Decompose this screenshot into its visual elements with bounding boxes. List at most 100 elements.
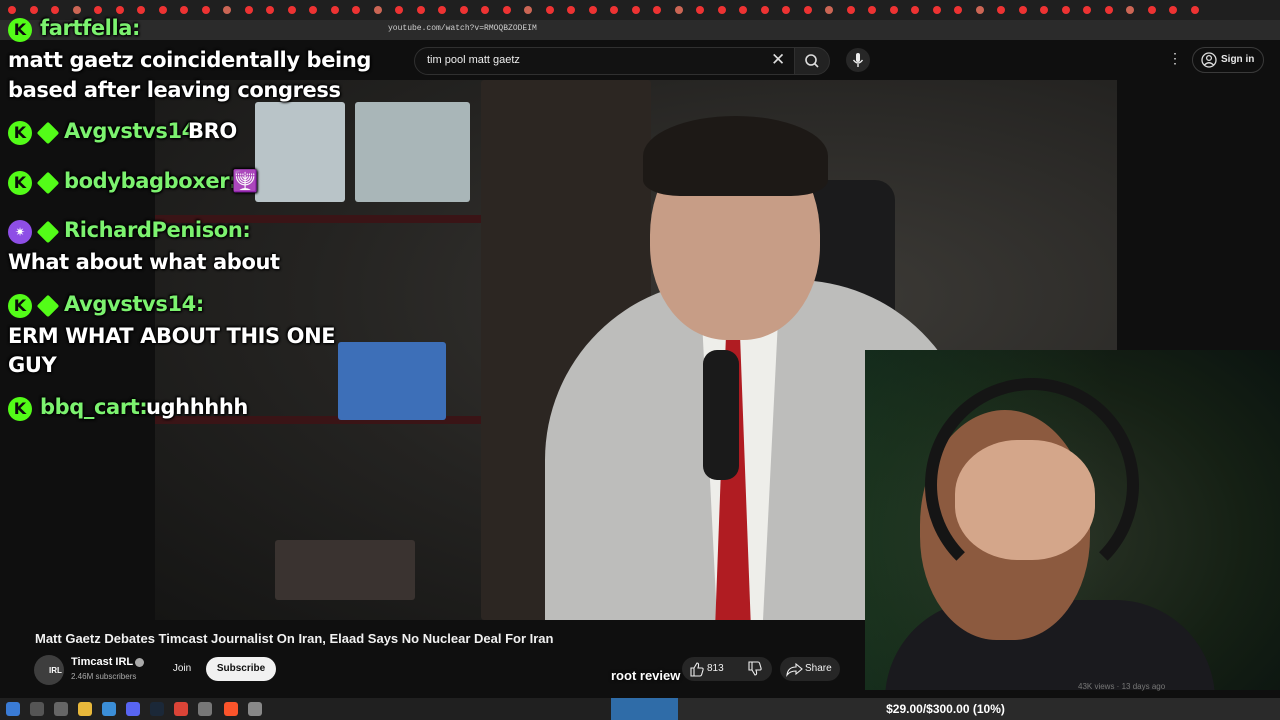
browser-tab-icon[interactable] [760, 6, 769, 14]
kick-badge-icon: K [8, 121, 32, 145]
browser-tab-icon[interactable] [739, 6, 747, 14]
browser-tab-icon[interactable] [180, 6, 188, 14]
chrome-icon[interactable] [174, 702, 188, 716]
browser-tab-icon[interactable] [1126, 6, 1134, 14]
browser-tab-icon[interactable] [524, 6, 532, 14]
search-icon[interactable] [30, 702, 44, 716]
voice-search-button[interactable] [846, 48, 870, 72]
search-input[interactable]: tim pool matt gaetz ✕ [414, 47, 796, 75]
browser-tab-icon[interactable] [803, 6, 812, 14]
subscribe-button[interactable]: Subscribe [206, 657, 276, 681]
browser-address-bar[interactable]: youtube.com/watch?v=RMOQBZODEIM [0, 20, 1280, 40]
browser-tab-icon[interactable] [438, 6, 446, 14]
browser-tab-icon[interactable] [911, 6, 919, 14]
browser-tab-icon[interactable] [954, 6, 962, 14]
headset [925, 378, 1139, 592]
browser-tab-icon[interactable] [932, 6, 941, 14]
task-view-icon[interactable] [54, 702, 68, 716]
browser-tab-icon[interactable] [244, 6, 253, 14]
browser-tab-icon[interactable] [1190, 6, 1199, 14]
brave-icon[interactable] [224, 702, 238, 716]
chat-username: bodybagboxer: [64, 169, 238, 193]
browser-tab-icon[interactable] [1147, 6, 1156, 14]
browser-tab-icon[interactable] [266, 6, 274, 14]
chat-message: matt gaetz coincidentally being [8, 48, 372, 72]
browser-tab-icon[interactable] [1169, 6, 1177, 14]
browser-tab-icon[interactable] [545, 6, 554, 14]
browser-tab-icon[interactable] [158, 6, 167, 14]
browser-tab-icon[interactable] [29, 6, 38, 14]
share-button[interactable]: Share [780, 657, 840, 681]
browser-tab-icon[interactable] [330, 6, 339, 14]
browser-tab-icon[interactable] [997, 6, 1005, 14]
browser-tab-icon[interactable] [1040, 6, 1048, 14]
search-button[interactable] [794, 47, 830, 75]
browser-tab-icon[interactable] [352, 6, 360, 14]
discord-icon[interactable] [126, 702, 140, 716]
browser-tab-icon[interactable] [72, 6, 81, 14]
join-button[interactable]: Join [168, 657, 196, 681]
related-video-meta: 43K views · 13 days ago [1078, 682, 1166, 691]
browser-tab-icon[interactable] [137, 6, 145, 14]
browser-tab-icon[interactable] [201, 6, 210, 14]
app-icon[interactable] [198, 702, 212, 716]
browser-tab-icon[interactable] [567, 6, 575, 14]
clear-search-icon[interactable]: ✕ [771, 50, 785, 70]
browser-tab-icon[interactable] [373, 6, 382, 14]
channel-avatar[interactable]: IRL [34, 655, 64, 685]
url-text[interactable]: youtube.com/watch?v=RMOQBZODEIM [388, 24, 537, 33]
browser-tab-icon[interactable] [309, 6, 317, 14]
chat-username: Avgvstvs14: [64, 292, 204, 316]
browser-tab-icon[interactable] [502, 6, 511, 14]
browser-tab-icon[interactable] [1018, 6, 1027, 14]
book-stack [275, 540, 415, 600]
audio-icon[interactable] [248, 702, 262, 716]
browser-tab-icon[interactable] [588, 6, 597, 14]
browser-tab-icon[interactable] [287, 6, 296, 14]
share-icon [786, 662, 803, 677]
browser-tab-icon[interactable] [610, 6, 618, 14]
video-title: Matt Gaetz Debates Timcast Journalist On… [35, 631, 554, 646]
browser-tab-icon[interactable] [674, 6, 683, 14]
browser-tab-icon[interactable] [115, 6, 124, 14]
browser-tab-icon[interactable] [1104, 6, 1113, 14]
search-query[interactable]: tim pool matt gaetz [427, 54, 520, 66]
browser-tab-icon[interactable] [653, 6, 661, 14]
browser-tab-icon[interactable] [8, 6, 16, 14]
app-icon[interactable] [102, 702, 116, 716]
browser-tab-icon[interactable] [696, 6, 704, 14]
microphone-icon [852, 53, 864, 67]
browser-tab-icon[interactable] [94, 6, 102, 14]
browser-tab-icon[interactable] [1083, 6, 1091, 14]
share-label: Share [805, 663, 832, 674]
browser-tab-icon[interactable] [631, 6, 640, 14]
thumbs-up-icon[interactable] [686, 657, 706, 681]
chat-message: ERM WHAT ABOUT THIS ONE [8, 324, 336, 348]
browser-tab-icon[interactable] [459, 6, 468, 14]
like-count[interactable]: 813 [707, 663, 724, 674]
thumbs-down-icon[interactable] [744, 657, 764, 681]
browser-tab-strip [0, 0, 1280, 20]
more-options-icon[interactable]: ⋮ [1168, 50, 1182, 67]
steam-icon[interactable] [150, 702, 164, 716]
browser-tab-icon[interactable] [1061, 6, 1070, 14]
browser-tab-icon[interactable] [825, 6, 833, 14]
browser-tab-icon[interactable] [868, 6, 876, 14]
browser-tab-icon[interactable] [717, 6, 726, 14]
sign-in-label: Sign in [1221, 54, 1255, 65]
card-box [255, 102, 345, 202]
browser-tab-icon[interactable] [395, 6, 403, 14]
browser-tab-icon[interactable] [416, 6, 425, 14]
browser-tab-icon[interactable] [975, 6, 984, 14]
file-explorer-icon[interactable] [78, 702, 92, 716]
browser-tab-icon[interactable] [889, 6, 898, 14]
sign-in-button[interactable]: Sign in [1192, 47, 1264, 73]
browser-tab-icon[interactable] [481, 6, 489, 14]
start-icon[interactable] [6, 702, 20, 716]
browser-tab-icon[interactable] [782, 6, 790, 14]
browser-tab-icon[interactable] [223, 6, 231, 14]
channel-name[interactable]: Timcast IRL [71, 656, 133, 668]
browser-tab-icon[interactable] [51, 6, 59, 14]
book-box [338, 342, 446, 420]
browser-tab-icon[interactable] [846, 6, 855, 14]
